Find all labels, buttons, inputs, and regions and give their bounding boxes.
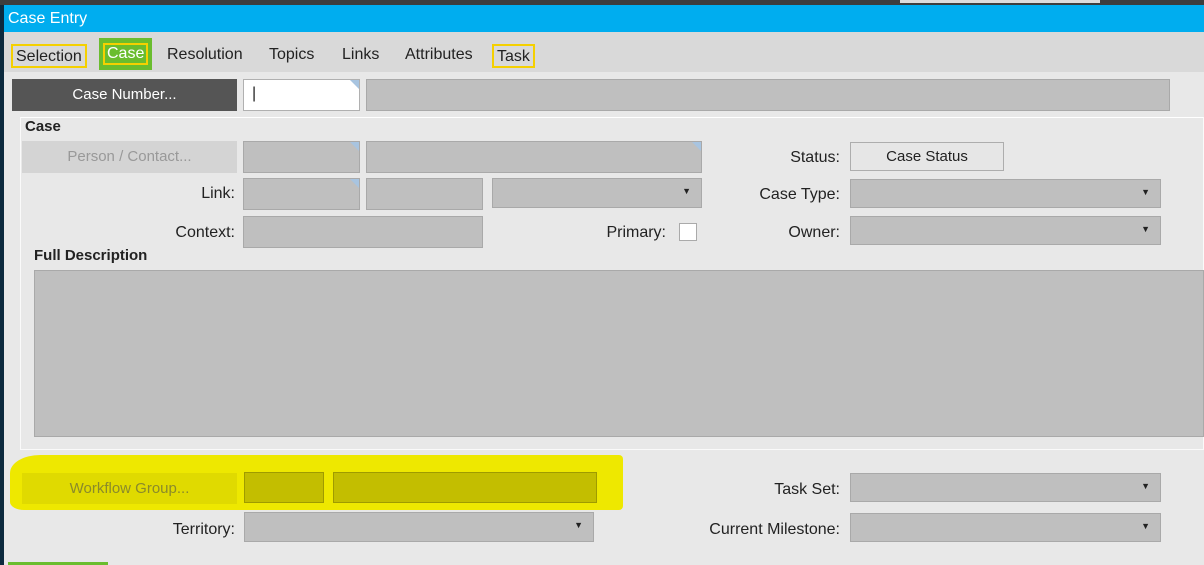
territory-label: Territory:: [172, 521, 235, 538]
task-set-label: Task Set:: [774, 481, 840, 498]
owner-label: Owner:: [788, 224, 840, 241]
link-dropdown[interactable]: [492, 178, 702, 208]
full-description-textarea[interactable]: [34, 270, 1204, 437]
person-contact-button[interactable]: Person / Contact...: [22, 141, 237, 173]
context-label: Context:: [175, 224, 235, 241]
text-cursor: |: [252, 85, 257, 102]
case-status-button[interactable]: Case Status: [850, 142, 1004, 171]
workflow-group-id-field[interactable]: [244, 472, 324, 503]
tab-case-label: Case: [103, 43, 149, 65]
current-milestone-dropdown[interactable]: [850, 513, 1161, 542]
case-description-field: [366, 79, 1170, 111]
case-group-title: Case: [25, 118, 61, 135]
current-milestone-label: Current Milestone:: [709, 521, 840, 538]
person-id-field[interactable]: [243, 141, 360, 173]
tab-topics[interactable]: Topics: [266, 44, 317, 68]
tab-resolution[interactable]: Resolution: [164, 44, 246, 68]
tab-case[interactable]: Case: [99, 38, 153, 70]
workflow-group-button[interactable]: Workflow Group...: [22, 473, 237, 504]
full-description-title: Full Description: [34, 247, 148, 264]
primary-checkbox[interactable]: [679, 223, 697, 241]
tab-attributes[interactable]: Attributes: [402, 44, 476, 68]
person-name-field[interactable]: [366, 141, 702, 173]
task-set-dropdown[interactable]: [850, 473, 1161, 502]
case-number-input[interactable]: |: [243, 79, 360, 111]
case-type-label: Case Type:: [759, 186, 840, 203]
window-title: Case Entry: [4, 5, 1204, 32]
tab-selection[interactable]: Selection: [11, 44, 87, 68]
primary-label: Primary:: [606, 224, 666, 241]
case-number-button[interactable]: Case Number...: [12, 79, 237, 111]
workflow-group-name-field[interactable]: [333, 472, 597, 503]
context-field[interactable]: [243, 216, 483, 248]
territory-dropdown[interactable]: [244, 512, 594, 542]
owner-dropdown[interactable]: [850, 216, 1161, 245]
link-label: Link:: [201, 185, 235, 202]
link-field-1[interactable]: [243, 178, 360, 210]
tab-links[interactable]: Links: [339, 44, 382, 68]
link-field-2[interactable]: [366, 178, 483, 210]
status-label: Status:: [790, 149, 840, 166]
case-type-dropdown[interactable]: [850, 179, 1161, 208]
tab-task[interactable]: Task: [492, 44, 535, 68]
